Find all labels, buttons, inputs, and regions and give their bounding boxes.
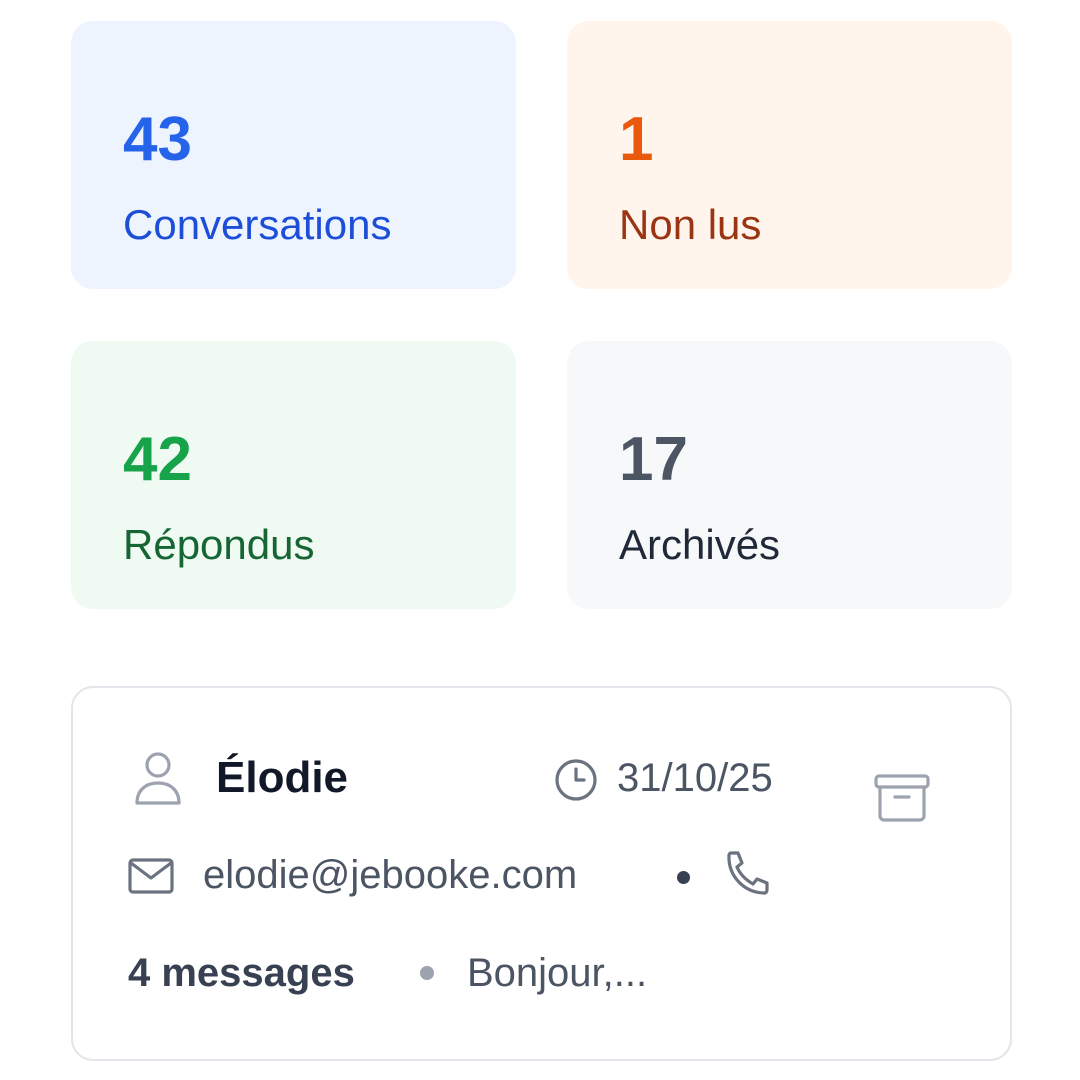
stat-value: 43 bbox=[123, 105, 192, 174]
archive-icon[interactable] bbox=[873, 773, 931, 823]
stat-value: 1 bbox=[619, 105, 654, 174]
phone-icon[interactable] bbox=[723, 850, 771, 898]
separator-dot bbox=[420, 966, 434, 980]
stat-card-archived[interactable]: 17 Archivés bbox=[567, 341, 1012, 609]
conversation-date: 31/10/25 bbox=[617, 756, 773, 800]
stat-card-conversations[interactable]: 43 Conversations bbox=[71, 21, 516, 289]
stat-card-unread[interactable]: 1 Non lus bbox=[567, 21, 1012, 289]
clock-icon bbox=[554, 758, 598, 802]
mail-icon bbox=[128, 858, 174, 894]
contact-name: Élodie bbox=[216, 753, 349, 802]
contact-email[interactable]: elodie@jebooke.com bbox=[203, 855, 577, 895]
separator-dot bbox=[677, 871, 690, 884]
page: 43 Conversations 1 Non lus 42 Répondus 1… bbox=[0, 0, 1080, 1080]
conversation-card[interactable]: Élodie 31/10/25 elodie@jebooke.com 4 mes… bbox=[71, 686, 1012, 1061]
stat-label: Répondus bbox=[123, 521, 315, 568]
stat-label: Non lus bbox=[619, 201, 762, 248]
stat-label: Archivés bbox=[619, 521, 781, 568]
stat-card-replied[interactable]: 42 Répondus bbox=[71, 341, 516, 609]
user-icon bbox=[133, 750, 183, 808]
stat-value: 17 bbox=[619, 425, 688, 494]
stat-label: Conversations bbox=[123, 201, 392, 248]
stat-value: 42 bbox=[123, 425, 192, 494]
message-preview: Bonjour,... bbox=[467, 951, 648, 995]
message-count: 4 messages bbox=[128, 951, 355, 995]
